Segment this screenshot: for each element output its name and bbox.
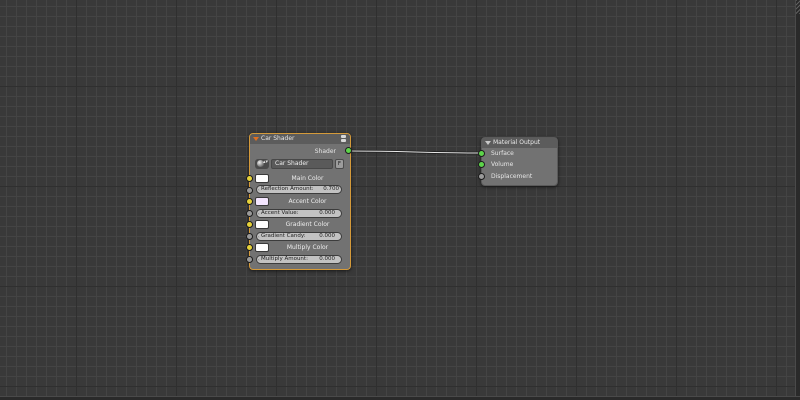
node-title: Material Output <box>493 139 541 146</box>
slider-left-arrow-icon: ‹ <box>258 257 260 262</box>
node-group-icon[interactable] <box>341 135 347 143</box>
updown-arrows-icon: ▴▾ <box>262 159 268 165</box>
car-shader-node[interactable]: Car Shader Shader ▴▾ Car Shader F Main C… <box>249 133 351 270</box>
editor-bottom-border <box>0 396 800 400</box>
gradient-color-label: Gradient Color <box>285 221 330 228</box>
fake-user-button[interactable]: F <box>335 159 344 169</box>
node-group-selector: ▴▾ Car Shader F <box>255 159 344 169</box>
gradient-color-input-socket[interactable] <box>246 221 253 228</box>
multiply-color-swatch[interactable] <box>255 243 269 252</box>
volume-input-socket[interactable] <box>478 161 485 168</box>
accent-color-swatch[interactable] <box>255 197 269 206</box>
node-editor-canvas[interactable] <box>0 0 796 397</box>
slider-left-arrow-icon: ‹ <box>258 234 260 239</box>
collapse-triangle-icon[interactable] <box>253 137 259 141</box>
shader-output-label: Shader <box>314 148 336 155</box>
reflection-amount-slider[interactable]: ‹ Reflection Amount: 0.700 <box>256 185 342 194</box>
main-color-swatch[interactable] <box>255 174 269 183</box>
slider-left-arrow-icon: ‹ <box>258 187 260 192</box>
accent-value-input-socket[interactable] <box>246 210 253 217</box>
shader-output-socket[interactable] <box>345 147 352 154</box>
area-split-handle[interactable] <box>796 0 800 14</box>
material-output-node[interactable]: Material Output Surface Volume Displacem… <box>481 137 558 186</box>
main-color-label: Main Color <box>291 175 324 182</box>
gradient-candy-slider[interactable]: ‹ Gradient Candy: 0.000 <box>256 232 342 241</box>
accent-color-input-socket[interactable] <box>246 198 253 205</box>
main-color-input-socket[interactable] <box>246 175 253 182</box>
multiply-amount-slider[interactable]: ‹ Multiply Amount: 0.000 <box>256 255 342 264</box>
slider-left-arrow-icon: ‹ <box>258 211 260 216</box>
surface-input-socket[interactable] <box>478 150 485 157</box>
node-tree-browse-button[interactable]: ▴▾ <box>255 159 269 169</box>
multiply-amount-input-socket[interactable] <box>246 256 253 263</box>
reflection-amount-input-socket[interactable] <box>246 187 253 194</box>
collapse-triangle-icon[interactable] <box>485 141 491 145</box>
displacement-input-label: Displacement <box>491 173 533 180</box>
surface-input-label: Surface <box>491 150 514 157</box>
displacement-input-socket[interactable] <box>478 173 485 180</box>
gradient-candy-input-socket[interactable] <box>246 233 253 240</box>
accent-value-slider[interactable]: ‹ Accent Value: 0.000 <box>256 209 342 218</box>
multiply-color-input-socket[interactable] <box>246 244 253 251</box>
volume-input-label: Volume <box>491 161 514 168</box>
multiply-color-label: Multiply Color <box>286 244 329 251</box>
node-title: Car Shader <box>261 135 295 142</box>
material-output-header[interactable]: Material Output <box>482 138 557 148</box>
accent-color-label: Accent Color <box>288 198 327 205</box>
car-shader-header[interactable]: Car Shader <box>250 134 350 144</box>
gradient-color-swatch[interactable] <box>255 220 269 229</box>
node-group-name-field[interactable]: Car Shader <box>271 159 333 169</box>
editor-right-border <box>795 0 800 400</box>
